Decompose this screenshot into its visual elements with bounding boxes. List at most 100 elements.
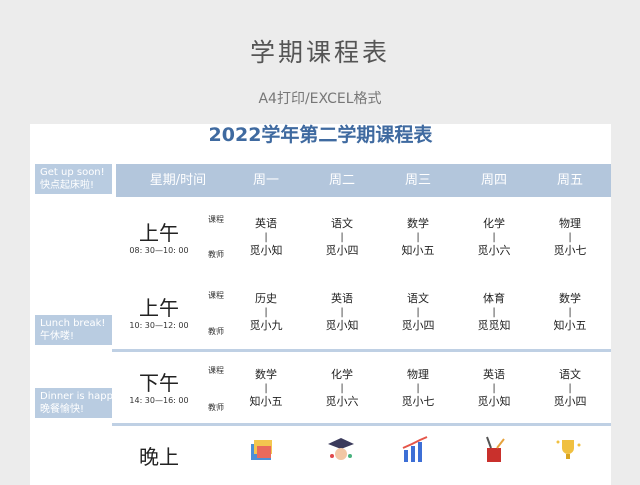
cell-separator: | [568,383,572,394]
row-label-teacher: 教师 [208,250,224,259]
cell-subject: 物理 [559,217,581,230]
books-icon [251,440,272,460]
cell-separator: | [492,232,496,243]
side-tag-lunch: Lunch break! 午休喽! [35,315,112,345]
cell-subject: 英语 [255,217,277,230]
column-header-fri: 周五 [556,173,584,188]
schedule-cell: 英语 | 觅小知 [236,217,296,258]
cell-subject: 化学 [483,217,505,230]
schedule-cell: 物理 | 觅小七 [540,217,600,258]
cell-teacher: 觅小知 [249,244,283,257]
schedule-cell: 数学 | 知小五 [540,292,600,333]
period-name: 上午 [139,221,179,245]
cell-separator: | [416,383,420,394]
cell-teacher: 觅小四 [401,319,435,332]
cell-subject: 化学 [331,368,353,381]
cell-subject: 语文 [407,292,429,305]
row-label-course: 课程 [208,215,224,224]
graduate-icon [328,438,354,460]
schedule-cell: 物理 | 觅小七 [388,368,448,409]
cell-teacher: 觅小四 [325,244,359,257]
column-header-mon: 周一 [252,173,280,188]
schedule-cell: 化学 | 觅小六 [464,217,524,258]
period-2: 上午 10: 30—12: 00 [124,297,194,330]
section-divider [112,349,611,352]
cell-teacher: 知小五 [401,244,435,257]
schedule-cell: 英语 | 觅小知 [312,292,372,333]
cell-separator: | [264,307,268,318]
column-header-bar: 星期/时间 周一 周二 周三 周四 周五 [116,164,611,197]
cell-subject: 体育 [483,292,505,305]
side-tag-morning: Get up soon! 快点起床啦! [35,164,112,194]
pencil-cup-icon [486,436,505,462]
cell-subject: 历史 [255,292,277,305]
cell-teacher: 觅小九 [249,319,283,332]
schedule-sheet: 2022学年第二学期课程表 星期/时间 周一 周二 周三 周四 周五 Get u… [30,124,611,485]
row-label-teacher: 教师 [208,403,224,412]
cell-separator: | [340,383,344,394]
row-label-course: 课程 [208,366,224,375]
schedule-cell: 历史 | 觅小九 [236,292,296,333]
cell-separator: | [568,232,572,243]
cell-teacher: 知小五 [553,319,587,332]
column-header-tue: 周二 [328,173,356,188]
side-tag-text: 午休喽! [40,331,75,342]
cell-teacher: 觅觅知 [477,319,511,332]
period-4: 晚上 [124,446,194,468]
row-label-course: 课程 [208,291,224,300]
cell-separator: | [340,307,344,318]
side-tag-text: Get up soon! [40,167,105,178]
cell-separator: | [264,383,268,394]
schedule-cell: 语文 | 觅小四 [388,292,448,333]
period-time: 08: 30—10: 00 [129,246,189,255]
cell-separator: | [264,232,268,243]
cell-teacher: 觅小知 [477,395,511,408]
cell-subject: 英语 [331,292,353,305]
cell-separator: | [492,383,496,394]
cell-teacher: 觅小知 [325,319,359,332]
schedule-cell: 语文 | 觅小四 [312,217,372,258]
bar-chart-icon [402,436,428,462]
side-tag-text: Dinner is happy! [40,391,123,402]
cell-teacher: 觅小四 [553,395,587,408]
period-time: 10: 30—12: 00 [129,321,189,330]
cell-teacher: 觅小七 [553,244,587,257]
period-name: 下午 [139,371,179,395]
cell-separator: | [568,307,572,318]
side-tag-dinner: Dinner is happy! 晚餐愉快! [35,388,123,418]
column-header-thu: 周四 [480,173,508,188]
schedule-cell: 英语 | 觅小知 [464,368,524,409]
section-divider [112,423,611,426]
cell-teacher: 知小五 [249,395,283,408]
side-tag-text: Lunch break! [40,318,106,329]
cell-separator: | [492,307,496,318]
schedule-cell: 数学 | 知小五 [236,368,296,409]
period-name: 晚上 [139,445,179,469]
cell-separator: | [416,232,420,243]
trophy-icon [556,440,581,459]
cell-teacher: 觅小七 [401,395,435,408]
schedule-cell: 语文 | 觅小四 [540,368,600,409]
cell-subject: 英语 [483,368,505,381]
cell-separator: | [416,307,420,318]
schedule-cell: 化学 | 觅小六 [312,368,372,409]
page-title: 学期课程表 [249,38,390,67]
cell-subject: 数学 [255,368,277,381]
schedule-title: 2022学年第二学期课程表 [208,124,433,146]
cell-subject: 语文 [331,217,353,230]
column-header-wed: 周三 [404,173,432,188]
side-tag-text: 晚餐愉快! [40,404,85,415]
period-name: 上午 [139,296,179,320]
column-header-time: 星期/时间 [149,173,207,188]
period-1: 上午 08: 30—10: 00 [124,222,194,255]
row-label-teacher: 教师 [208,327,224,336]
cell-teacher: 觅小六 [325,395,359,408]
schedule-cell: 体育 | 觅觅知 [464,292,524,333]
schedule-cell: 数学 | 知小五 [388,217,448,258]
period-3: 下午 14: 30—16: 00 [124,372,194,405]
side-tag-text: 快点起床啦! [40,180,95,191]
cell-separator: | [340,232,344,243]
cell-subject: 语文 [559,368,581,381]
cell-teacher: 觅小六 [477,244,511,257]
cell-subject: 数学 [559,292,581,305]
